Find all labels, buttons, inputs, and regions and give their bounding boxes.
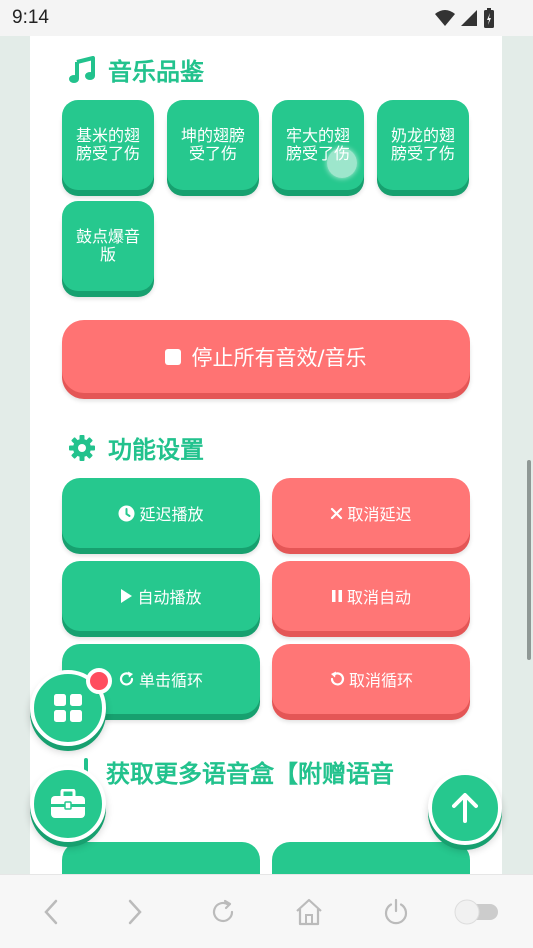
- more-section-label: 获取更多语音盒【附赠语音: [106, 760, 394, 788]
- pause-icon: [331, 590, 342, 602]
- more-button-left[interactable]: [62, 842, 260, 876]
- music-section-title: 音乐品鉴: [68, 52, 204, 87]
- music-tile-nailong[interactable]: 奶龙的翅膀受了伤: [377, 100, 469, 190]
- more-button-right[interactable]: [272, 842, 470, 876]
- notification-badge: [86, 668, 112, 694]
- clock-icon: [118, 505, 135, 521]
- gear-icon: [69, 434, 95, 461]
- refresh-icon: [212, 899, 234, 923]
- undo-icon: [330, 671, 345, 686]
- stop-icon: [165, 348, 182, 365]
- cancel-loop-label: 取消循环: [348, 671, 413, 690]
- chevron-left-icon: [44, 899, 58, 925]
- toolbox-icon: [51, 789, 85, 818]
- delay-play-label: 延迟播放: [139, 505, 204, 524]
- music-tile-drum[interactable]: 鼓点爆音版: [62, 201, 154, 291]
- back-nav-button[interactable]: [34, 895, 68, 929]
- music-tile-label: 奶龙的翅膀受了伤: [391, 126, 456, 163]
- wifi-icon: [435, 10, 455, 26]
- music-tile-jimi[interactable]: 基米的翅膀受了伤: [62, 100, 154, 190]
- arrow-up-icon: [452, 793, 478, 823]
- settings-section-label: 功能设置: [108, 436, 204, 464]
- signal-icon: [461, 10, 477, 26]
- status-bar: 9:14: [0, 0, 533, 36]
- stop-all-button[interactable]: 停止所有音效/音乐: [62, 320, 470, 393]
- music-tile-laoda[interactable]: 牢大的翅膀受了伤: [272, 100, 364, 190]
- stop-all-label: 停止所有音效/音乐: [191, 345, 367, 370]
- music-tile-label: 坤的翅膀受了伤: [181, 126, 246, 163]
- home-icon: [296, 898, 322, 926]
- bottom-nav-bar: [0, 874, 533, 948]
- cancel-loop-button[interactable]: 取消循环: [272, 644, 470, 714]
- power-icon: [384, 898, 408, 925]
- home-nav-button[interactable]: [292, 895, 326, 929]
- power-nav-button[interactable]: [379, 895, 413, 929]
- touch-indicator: [327, 148, 357, 178]
- scrollbar[interactable]: [527, 460, 531, 660]
- x-icon: [331, 507, 343, 519]
- auto-play-label: 自动播放: [137, 588, 202, 607]
- settings-section-title: 功能设置: [68, 430, 204, 465]
- click-loop-label: 单击循环: [138, 671, 203, 690]
- delay-play-button[interactable]: 延迟播放: [62, 478, 260, 548]
- forward-nav-button[interactable]: [118, 895, 152, 929]
- grid-icon: [54, 694, 82, 722]
- cancel-auto-button[interactable]: 取消自动: [272, 561, 470, 631]
- refresh-nav-button[interactable]: [206, 895, 240, 929]
- music-tile-kun[interactable]: 坤的翅膀受了伤: [167, 100, 259, 190]
- music-tile-label: 鼓点爆音版: [76, 227, 141, 264]
- toggle-switch[interactable]: [452, 895, 500, 929]
- chevron-right-icon: [128, 899, 142, 925]
- status-time: 9:14: [12, 7, 49, 28]
- battery-icon: [484, 8, 494, 28]
- cancel-delay-label: 取消延迟: [347, 505, 412, 524]
- auto-play-button[interactable]: 自动播放: [62, 561, 260, 631]
- status-icons: [435, 8, 495, 28]
- toggle-icon: [454, 899, 498, 925]
- music-tile-label: 基米的翅膀受了伤: [76, 126, 141, 163]
- music-section-label: 音乐品鉴: [108, 58, 204, 86]
- more-section-title: 获取更多语音盒【附赠语音: [78, 754, 394, 789]
- redo-icon: [119, 671, 134, 686]
- cancel-auto-label: 取消自动: [346, 588, 411, 607]
- cancel-delay-button[interactable]: 取消延迟: [272, 478, 470, 548]
- play-icon: [121, 589, 133, 603]
- music-note-icon: [69, 55, 95, 83]
- toolbox-fab[interactable]: [30, 766, 106, 842]
- scroll-top-fab[interactable]: [428, 771, 502, 845]
